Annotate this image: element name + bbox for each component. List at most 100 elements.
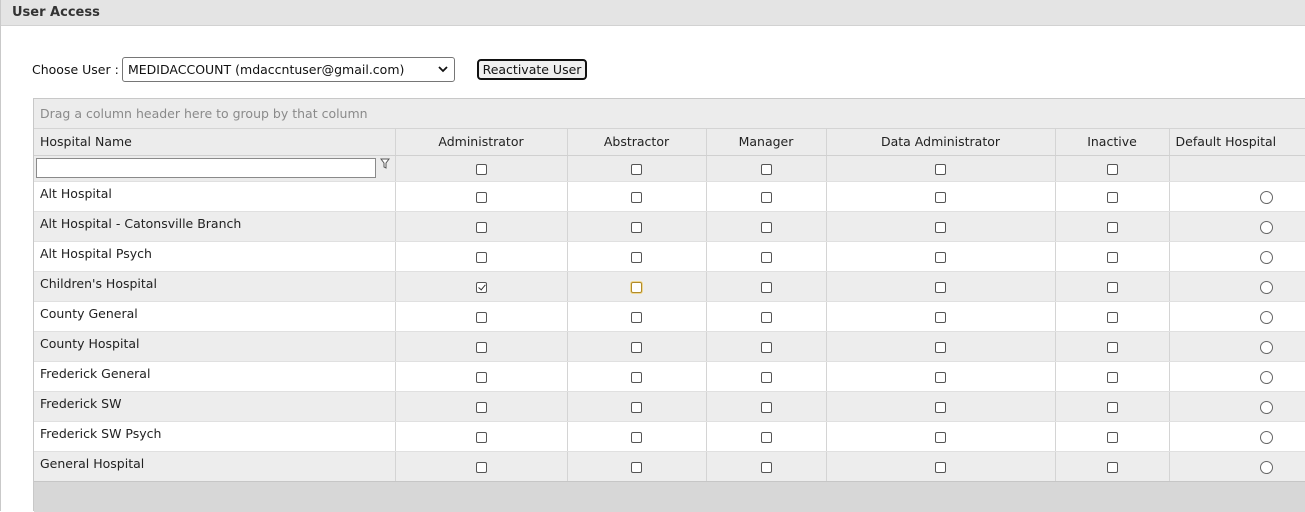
default-hospital-radio[interactable] xyxy=(1259,280,1273,294)
default-hospital-cell xyxy=(1169,301,1305,332)
column-header-inactive[interactable]: Inactive xyxy=(1055,129,1170,156)
reactivate-user-button[interactable]: Reactivate User xyxy=(477,59,587,80)
manager-cell xyxy=(706,421,827,452)
inactive-checkbox[interactable] xyxy=(1106,341,1118,353)
manager-checkbox[interactable] xyxy=(760,401,772,413)
manager-cell xyxy=(706,361,827,392)
table-row: Alt Hospital xyxy=(34,181,1305,212)
administrator-checkbox[interactable] xyxy=(475,461,487,473)
default-hospital-radio[interactable] xyxy=(1259,400,1273,414)
default-hospital-radio[interactable] xyxy=(1259,370,1273,384)
manager-checkbox[interactable] xyxy=(760,281,772,293)
default-hospital-radio[interactable] xyxy=(1259,220,1273,234)
filter-cell-manager xyxy=(706,155,827,182)
inactive-checkbox[interactable] xyxy=(1106,191,1118,203)
group-by-panel[interactable]: Drag a column header here to group by th… xyxy=(34,99,1305,129)
default-hospital-radio[interactable] xyxy=(1259,190,1273,204)
abstractor-checkbox[interactable] xyxy=(631,341,642,353)
data-administrator-checkbox[interactable] xyxy=(935,431,946,443)
inactive-checkbox[interactable] xyxy=(1106,221,1118,233)
panel-title: User Access xyxy=(12,5,100,20)
data-administrator-checkbox[interactable] xyxy=(935,461,946,473)
manager-checkbox[interactable] xyxy=(760,221,772,233)
inactive-cell xyxy=(1055,301,1170,332)
hospital-name-cell: Frederick General xyxy=(34,361,396,392)
abstractor-checkbox[interactable] xyxy=(631,251,642,263)
inactive-cell xyxy=(1055,181,1170,212)
default-hospital-cell xyxy=(1169,241,1305,272)
administrator-checkbox[interactable] xyxy=(475,401,487,413)
data-administrator-checkbox[interactable] xyxy=(935,371,946,383)
table-row: General Hospital xyxy=(34,451,1305,482)
manager-checkbox[interactable] xyxy=(760,461,772,473)
manager-checkbox[interactable] xyxy=(760,431,772,443)
inactive-checkbox[interactable] xyxy=(1106,311,1118,323)
administrator-checkbox[interactable] xyxy=(475,191,487,203)
default-hospital-radio[interactable] xyxy=(1259,460,1273,474)
data-administrator-checkbox[interactable] xyxy=(935,401,946,413)
chevron-down-icon[interactable] xyxy=(438,58,448,89)
filter-cell-abstractor xyxy=(567,155,707,182)
inactive-checkbox[interactable] xyxy=(1106,281,1118,293)
abstractor-checkbox[interactable] xyxy=(631,371,642,383)
abstractor-cell xyxy=(567,421,707,452)
column-header-administrator[interactable]: Administrator xyxy=(395,129,568,156)
table-row: Frederick SW xyxy=(34,391,1305,422)
administrator-checkbox[interactable] xyxy=(475,311,487,323)
abstractor-checkbox[interactable] xyxy=(631,281,642,293)
column-header-hospital-name[interactable]: Hospital Name xyxy=(34,129,396,156)
default-hospital-radio[interactable] xyxy=(1259,250,1273,264)
default-hospital-radio[interactable] xyxy=(1259,340,1273,354)
data-administrator-checkbox[interactable] xyxy=(935,191,946,203)
inactive-checkbox[interactable] xyxy=(1106,431,1118,443)
administrator-checkbox[interactable] xyxy=(475,221,487,233)
administrator-cell xyxy=(395,241,568,272)
table-row: Alt Hospital - Catonsville Branch xyxy=(34,211,1305,242)
inactive-checkbox[interactable] xyxy=(1106,371,1118,383)
choose-user-select[interactable]: MEDIDACCOUNT (mdaccntuser@gmail.com) xyxy=(122,57,455,82)
data-administrator-filter-checkbox[interactable] xyxy=(935,163,946,175)
column-header-data-administrator[interactable]: Data Administrator xyxy=(826,129,1056,156)
inactive-checkbox[interactable] xyxy=(1106,251,1118,263)
manager-checkbox[interactable] xyxy=(760,251,772,263)
inactive-filter-checkbox[interactable] xyxy=(1106,163,1118,175)
manager-checkbox[interactable] xyxy=(760,371,772,383)
data-administrator-checkbox[interactable] xyxy=(935,341,946,353)
default-hospital-radio[interactable] xyxy=(1259,310,1273,324)
manager-cell xyxy=(706,451,827,482)
administrator-filter-checkbox[interactable] xyxy=(475,163,487,175)
abstractor-checkbox[interactable] xyxy=(631,401,642,413)
inactive-checkbox[interactable] xyxy=(1106,461,1118,473)
abstractor-checkbox[interactable] xyxy=(631,191,642,203)
filter-icon[interactable] xyxy=(380,158,390,170)
data-administrator-checkbox[interactable] xyxy=(935,311,946,323)
abstractor-cell xyxy=(567,211,707,242)
abstractor-checkbox[interactable] xyxy=(631,431,642,443)
inactive-checkbox[interactable] xyxy=(1106,401,1118,413)
manager-checkbox[interactable] xyxy=(760,311,772,323)
administrator-checkbox[interactable] xyxy=(475,371,487,383)
manager-cell xyxy=(706,271,827,302)
data-administrator-checkbox[interactable] xyxy=(935,251,946,263)
abstractor-filter-checkbox[interactable] xyxy=(631,163,642,175)
default-hospital-cell xyxy=(1169,421,1305,452)
data-administrator-checkbox[interactable] xyxy=(935,221,946,233)
manager-cell xyxy=(706,241,827,272)
administrator-checkbox[interactable] xyxy=(475,431,487,443)
abstractor-checkbox[interactable] xyxy=(631,311,642,323)
default-hospital-radio[interactable] xyxy=(1259,430,1273,444)
data-administrator-checkbox[interactable] xyxy=(935,281,946,293)
administrator-checkbox[interactable] xyxy=(475,341,487,353)
manager-checkbox[interactable] xyxy=(760,341,772,353)
column-header-manager[interactable]: Manager xyxy=(706,129,827,156)
manager-filter-checkbox[interactable] xyxy=(760,163,772,175)
column-header-abstractor[interactable]: Abstractor xyxy=(567,129,707,156)
abstractor-checkbox[interactable] xyxy=(631,221,642,233)
administrator-checkbox[interactable] xyxy=(475,251,487,263)
manager-checkbox[interactable] xyxy=(760,191,772,203)
column-header-default-hospital[interactable]: Default Hospital xyxy=(1169,129,1305,156)
hospital-name-cell: County Hospital xyxy=(34,331,396,362)
abstractor-checkbox[interactable] xyxy=(631,461,642,473)
administrator-checkbox[interactable] xyxy=(475,281,487,293)
hospital-name-filter-input[interactable] xyxy=(36,158,376,178)
